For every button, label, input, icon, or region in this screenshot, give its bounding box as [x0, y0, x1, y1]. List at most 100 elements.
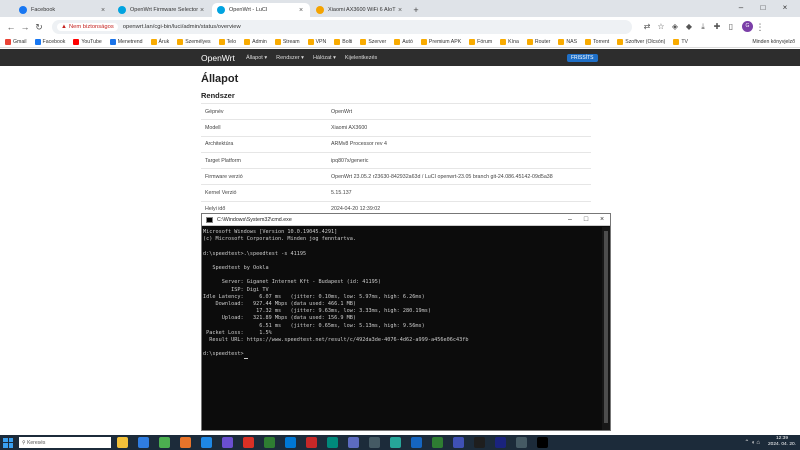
bookmark-item[interactable]: Router — [526, 38, 550, 45]
bookmark-label: Szerver — [368, 38, 387, 45]
back-icon[interactable]: ← — [4, 20, 18, 34]
cmd-scrollbar[interactable] — [602, 227, 610, 430]
taskbar-search[interactable]: ⚲ Keresés — [19, 437, 111, 448]
taskbar-app-icon[interactable] — [201, 437, 212, 448]
bookmark-label: NAS — [566, 38, 578, 45]
maximize-icon[interactable]: □ — [752, 2, 774, 14]
bookmark-item[interactable]: Kína — [500, 38, 519, 45]
taskbar-app-icon[interactable] — [495, 437, 506, 448]
taskbar-app-icon[interactable] — [306, 437, 317, 448]
cmd-titlebar[interactable]: C:\Windows\System32\cmd.exe – □ × — [202, 214, 610, 226]
taskbar-app-icon[interactable] — [138, 437, 149, 448]
scrollbar-thumb[interactable] — [604, 231, 608, 423]
close-icon[interactable]: × — [99, 7, 107, 14]
taskbar-app-icon[interactable] — [453, 437, 464, 448]
maximize-icon[interactable]: □ — [578, 216, 594, 223]
bookmark-item[interactable]: Torrent — [585, 38, 609, 45]
close-icon[interactable]: × — [594, 216, 610, 223]
taskbar-app-icon[interactable] — [264, 437, 275, 448]
extension-icons: ⇄ ☆ ◈ ◆ ⤓ ✚ ▯ — [640, 20, 738, 34]
clock[interactable]: 12:39 2024. 04. 20. — [768, 436, 796, 448]
bookmark-star-icon[interactable]: ☆ — [654, 20, 668, 34]
bookmark-item[interactable]: Szoftver (Olcsón) — [617, 38, 665, 45]
sidebar-icon[interactable]: ▯ — [724, 20, 738, 34]
close-icon[interactable]: × — [198, 7, 206, 14]
cmd-line: d:\speedtest>.\speedtest -s 41195 — [203, 251, 601, 258]
windows-start-icon[interactable] — [3, 437, 13, 448]
security-indicator[interactable]: ▲ Nem biztonságos — [57, 22, 118, 31]
bookmark-item[interactable]: Áruk — [150, 38, 169, 45]
all-bookmarks-folder[interactable]: Minden könyvjelző — [752, 39, 795, 45]
minimize-icon[interactable]: – — [562, 216, 578, 223]
bookmark-item[interactable]: YouTube — [73, 38, 102, 45]
bookmark-item[interactable]: Facebook — [34, 38, 65, 45]
bookmark-item[interactable]: NAS — [558, 38, 578, 45]
refresh-badge[interactable]: FRISSÍTS — [567, 53, 598, 62]
taskbar-apps — [117, 437, 558, 448]
bookmark-item[interactable]: Premium APK — [420, 38, 461, 45]
tab-openwrt-luci[interactable]: OpenWrt - LuCI × — [212, 3, 310, 17]
cmd-line: 17.32 ms (jitter: 9.63ms, low: 3.33ms, h… — [203, 308, 601, 315]
taskbar-app-icon[interactable] — [327, 437, 338, 448]
taskbar-app-icon[interactable] — [222, 437, 233, 448]
bookmark-item[interactable]: Stream — [274, 38, 300, 45]
taskbar-app-icon[interactable] — [285, 437, 296, 448]
avatar[interactable]: G — [742, 21, 753, 32]
taskbar-app-icon[interactable] — [411, 437, 422, 448]
taskbar-app-icon[interactable] — [474, 437, 485, 448]
bookmark-item[interactable]: Szerver — [360, 38, 387, 45]
nav-system[interactable]: Rendszer ▾ — [276, 55, 304, 61]
cmd-line: Speedtest by Ookla — [203, 265, 601, 272]
bookmark-item[interactable]: Fórum — [469, 38, 492, 45]
bookmark-item[interactable]: VPN — [307, 38, 327, 45]
cmd-output[interactable]: Microsoft Windows [Version 10.0.19045.42… — [202, 227, 602, 430]
close-icon[interactable]: × — [396, 7, 404, 14]
cmd-window[interactable]: C:\Windows\System32\cmd.exe – □ × Micros… — [201, 213, 611, 431]
tab-facebook[interactable]: Facebook × — [14, 3, 112, 17]
tab-openwrt-firmware-selector[interactable]: OpenWrt Firmware Selector × — [113, 3, 211, 17]
taskbar-app-icon[interactable] — [390, 437, 401, 448]
close-window-icon[interactable]: × — [774, 2, 796, 14]
bookmark-item[interactable]: Telo — [218, 38, 236, 45]
puzzle-icon[interactable]: ✚ — [710, 20, 724, 34]
tab-xiaomi-ax3600[interactable]: Xiaomi AX3600 WiFi 6 AIoT R × — [311, 3, 409, 17]
taskbar-app-icon[interactable] — [432, 437, 443, 448]
cmd-line — [203, 344, 601, 351]
bookmark-label: VPN — [315, 38, 327, 45]
system-tray-icons[interactable]: ⌃ ◖ ⌂ — [744, 439, 760, 446]
bookmark-item[interactable]: Bolti — [334, 38, 352, 45]
taskbar-app-icon[interactable] — [243, 437, 254, 448]
taskbar-app-icon[interactable] — [180, 437, 191, 448]
new-tab-icon[interactable]: + — [410, 3, 422, 17]
taskbar-app-icon[interactable] — [159, 437, 170, 448]
taskbar-app-icon[interactable] — [369, 437, 380, 448]
taskbar-app-icon[interactable] — [117, 437, 128, 448]
address-bar[interactable]: ▲ Nem biztonságos openwrt.lan/cgi-bin/lu… — [52, 19, 632, 34]
cmd-line-text: Microsoft Windows [Version 10.0.19045.42… — [203, 229, 338, 235]
bookmark-item[interactable]: Menetrend — [109, 38, 143, 45]
taskbar-app-icon[interactable] — [348, 437, 359, 448]
bookmark-item[interactable]: Autó — [394, 38, 413, 45]
reload-icon[interactable]: ↻ — [32, 20, 46, 34]
menu-icon[interactable]: ⋮ — [753, 20, 767, 34]
download-icon[interactable]: ⤓ — [696, 20, 710, 34]
taskbar-app-icon[interactable] — [516, 437, 527, 448]
cmd-line: Packet Loss: 1.5% — [203, 330, 601, 337]
nav-status[interactable]: Állapot ▾ — [246, 55, 267, 61]
nav-logout[interactable]: Kijelentkezés — [345, 55, 377, 61]
minimize-icon[interactable]: – — [730, 2, 752, 14]
close-icon[interactable]: × — [297, 7, 305, 14]
bookmark-item[interactable]: Személyes — [177, 38, 211, 45]
bookmark-item[interactable]: Admin — [244, 38, 267, 45]
bookmark-item[interactable]: TV — [673, 38, 688, 45]
translate-icon[interactable]: ⇄ — [640, 20, 654, 34]
row-value: ipq807x/generic — [331, 157, 369, 164]
forward-icon[interactable]: → — [18, 20, 32, 34]
extension-icon[interactable]: ◆ — [682, 20, 696, 34]
shield-icon[interactable]: ◈ — [668, 20, 682, 34]
bookmark-label: Stream — [282, 38, 300, 45]
bookmark-item[interactable]: Gmail — [5, 38, 27, 45]
openwrt-brand[interactable]: OpenWrt — [201, 53, 235, 63]
taskbar-app-icon[interactable] — [537, 437, 548, 448]
nav-network[interactable]: Hálózat ▾ — [313, 55, 336, 61]
